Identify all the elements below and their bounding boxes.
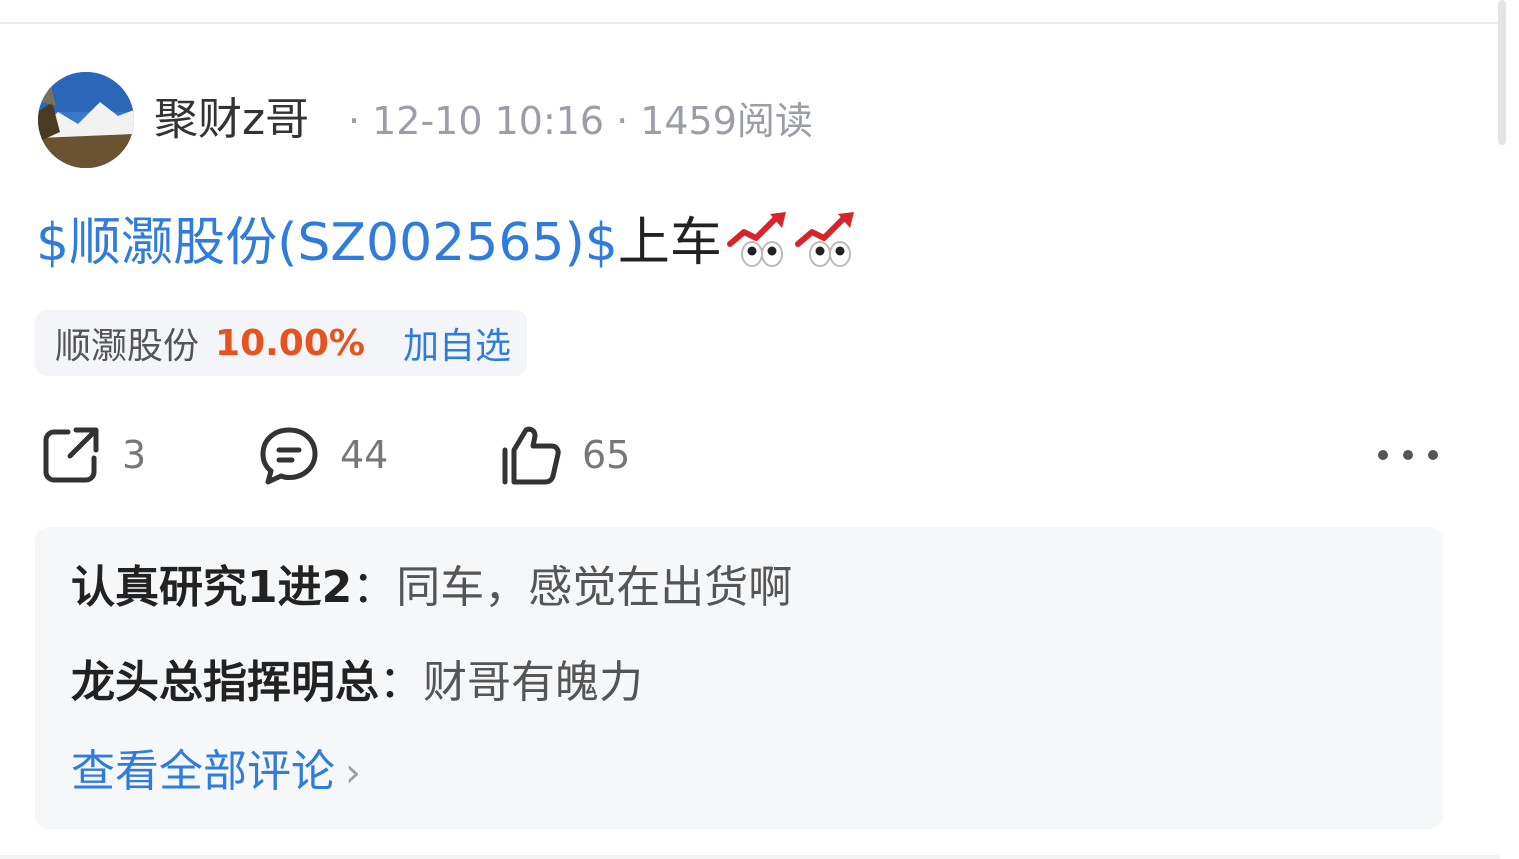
read-count: 1459阅读 <box>640 99 813 143</box>
comment-separator: ： <box>379 657 423 708</box>
post-content: $顺灏股份(SZ002565)$上车 <box>36 208 858 276</box>
chevron-right-icon: › <box>345 750 361 796</box>
more-options-icon[interactable] <box>1378 440 1438 470</box>
view-all-comments-link[interactable]: 查看全部评论 › <box>71 743 361 802</box>
share-count: 3 <box>122 433 147 477</box>
stock-chip-change: 10.00% <box>215 322 365 364</box>
share-icon <box>43 427 99 483</box>
comment-item[interactable]: 认真研究1进2：同车，感觉在出货啊 <box>71 559 792 617</box>
more-dot <box>1403 450 1413 460</box>
author-name[interactable]: 聚财z哥 <box>154 92 309 148</box>
stock-chip[interactable]: 顺灏股份 10.00% 加自选 <box>35 310 527 376</box>
bottom-divider <box>0 855 1500 859</box>
comment-user[interactable]: 认真研究1进2 <box>71 562 352 613</box>
comment-user[interactable]: 龙头总指挥明总 <box>71 657 379 708</box>
chart-rising-eyes-emoji <box>794 212 854 267</box>
more-dot <box>1428 450 1438 460</box>
like-button[interactable]: 65 <box>500 422 630 488</box>
comment-separator: ： <box>352 562 397 613</box>
view-all-comments-label: 查看全部评论 <box>71 746 335 797</box>
stock-chip-name[interactable]: 顺灏股份 <box>55 317 199 369</box>
author-avatar[interactable] <box>38 72 134 168</box>
comment-button[interactable]: 44 <box>258 422 388 488</box>
meta-separator: · <box>348 99 361 143</box>
comment-count: 44 <box>340 433 389 477</box>
like-count: 65 <box>582 433 631 477</box>
comment-text: 财哥有魄力 <box>423 657 643 708</box>
avatar-image <box>38 72 134 168</box>
chart-rising-eyes-emoji <box>726 212 786 267</box>
post-time: 12-10 10:16 <box>372 99 605 143</box>
comment-icon <box>260 427 318 485</box>
stock-link[interactable]: $顺灏股份(SZ002565)$ <box>36 213 618 273</box>
meta-separator: · <box>616 99 629 143</box>
top-divider <box>0 22 1500 24</box>
thumbs-up-icon <box>502 426 561 485</box>
post-text: 上车 <box>617 213 722 273</box>
share-button[interactable]: 3 <box>40 422 146 488</box>
comment-item[interactable]: 龙头总指挥明总：财哥有魄力 <box>71 654 643 712</box>
comment-text: 同车，感觉在出货啊 <box>396 562 793 613</box>
comments-preview: 认真研究1进2：同车，感觉在出货啊 龙头总指挥明总：财哥有魄力 查看全部评论 › <box>35 527 1443 829</box>
add-to-watchlist-button[interactable]: 加自选 <box>403 317 511 369</box>
scrollbar[interactable] <box>1498 0 1506 145</box>
post-meta: · 12-10 10:16 · 1459阅读 <box>336 96 813 146</box>
more-dot <box>1378 450 1388 460</box>
